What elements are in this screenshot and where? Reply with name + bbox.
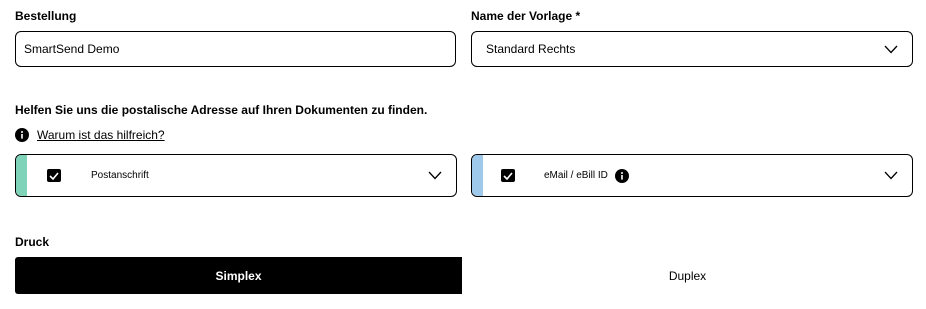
print-option-duplex[interactable]: Duplex xyxy=(462,257,913,294)
email-option-label: eMail / eBill ID xyxy=(544,168,884,183)
info-icon xyxy=(15,128,29,142)
address-help-heading: Helfen Sie uns die postalische Adresse a… xyxy=(15,103,428,117)
postal-option-text: Postanschrift xyxy=(91,170,149,181)
email-checkbox[interactable] xyxy=(501,169,515,182)
chevron-down-icon[interactable] xyxy=(884,171,898,180)
template-select[interactable]: Standard Rechts xyxy=(471,31,913,67)
print-label: Druck xyxy=(15,235,50,249)
order-input[interactable] xyxy=(15,31,456,67)
postal-option-label: Postanschrift xyxy=(91,170,428,181)
address-option-email[interactable]: eMail / eBill ID xyxy=(471,154,913,197)
print-option-simplex[interactable]: Simplex xyxy=(15,257,462,294)
address-help-row: Warum ist das hilfreich? xyxy=(15,128,165,142)
email-option-text: eMail / eBill ID xyxy=(544,170,608,181)
checkmark-icon xyxy=(49,171,59,180)
postal-checkbox[interactable] xyxy=(47,169,61,182)
email-accent-bar xyxy=(472,155,483,196)
address-option-postal[interactable]: Postanschrift xyxy=(15,154,457,197)
chevron-down-icon[interactable] xyxy=(428,171,442,180)
chevron-down-icon xyxy=(884,45,898,53)
postal-accent-bar xyxy=(16,155,27,196)
order-label: Bestellung xyxy=(15,9,77,23)
info-icon[interactable] xyxy=(614,168,629,183)
template-select-value: Standard Rechts xyxy=(486,42,576,56)
template-label: Name der Vorlage * xyxy=(471,9,581,23)
checkmark-icon xyxy=(503,171,513,180)
why-helpful-link[interactable]: Warum ist das hilfreich? xyxy=(37,128,165,142)
